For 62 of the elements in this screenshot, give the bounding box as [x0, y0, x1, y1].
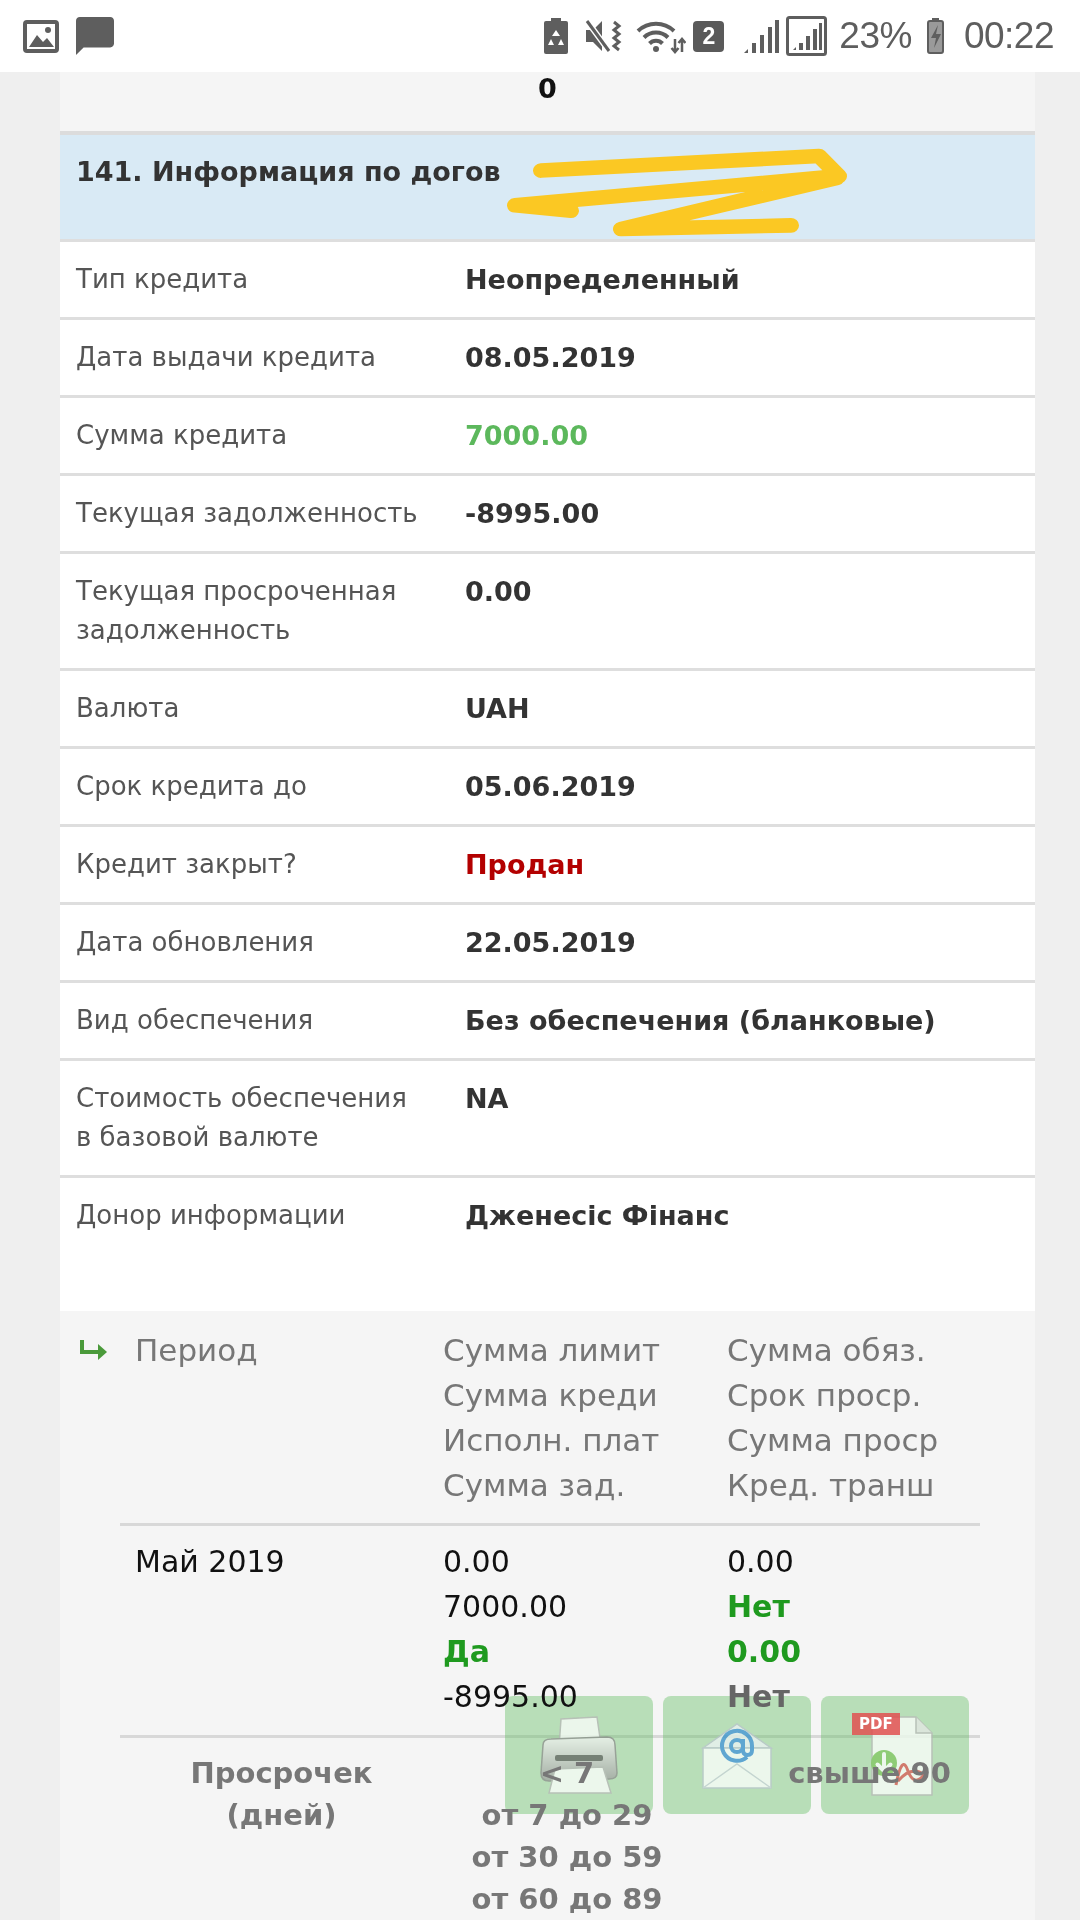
field-value: 22.05.2019	[465, 927, 636, 958]
column-header: Сумма проср	[727, 1422, 939, 1458]
column-header: Исполн. плат	[443, 1422, 660, 1458]
overdue-range: < 7	[539, 1756, 595, 1790]
field-label: Тип кредита	[76, 264, 249, 294]
field-label: Донор информации	[76, 1200, 346, 1230]
column-header: Кред. транш	[727, 1467, 935, 1503]
field-value: Продан	[465, 849, 585, 880]
column-header: Срок проср.	[727, 1377, 922, 1413]
column-header: Сумма обяз.	[727, 1332, 926, 1368]
history-value: Да	[443, 1634, 490, 1669]
history-value: 0.00	[727, 1544, 794, 1579]
field-label: Вид обеспечения	[76, 1005, 314, 1035]
column-header: Сумма зад.	[443, 1467, 626, 1503]
signal-icon	[786, 16, 828, 56]
section-title: 141. Информация по догов	[76, 156, 501, 188]
field-value: 7000.00	[465, 420, 588, 451]
field-value: 05.06.2019	[465, 771, 636, 802]
field-value: Неопределенный	[465, 264, 740, 295]
history-value: 0.00	[727, 1634, 802, 1669]
battery-charging-icon	[926, 18, 944, 54]
field-label: Кредит закрыт?	[76, 849, 297, 879]
email-envelope-icon	[699, 1720, 775, 1790]
corner-arrow-icon	[79, 1340, 107, 1360]
history-value: 0.00	[443, 1544, 510, 1579]
field-label: Текущая просроченная задолженность	[76, 576, 397, 645]
field-label: Текущая задолженность	[76, 498, 418, 528]
overdue-range: от 30 до 59	[471, 1840, 663, 1874]
overdue-range: от 60 до 89	[471, 1882, 663, 1916]
period-label: Май 2019	[135, 1544, 285, 1579]
history-value: -8995.00	[443, 1679, 578, 1714]
printer-icon	[537, 1715, 621, 1795]
overdue-range: от 7 до 29	[481, 1798, 653, 1832]
battery-percentage: 23%	[839, 16, 912, 56]
overdue-label: Просрочек (дней)	[190, 1756, 373, 1832]
clock-time: 00:22	[963, 16, 1054, 56]
sim-indicator: 2	[693, 20, 725, 52]
file-type-tag: PDF	[852, 1713, 900, 1735]
history-value: 7000.00	[443, 1589, 568, 1624]
history-value: Нет	[727, 1589, 790, 1624]
image-icon	[23, 19, 59, 53]
column-header: Сумма креди	[443, 1377, 658, 1413]
field-value: 0.00	[465, 576, 532, 607]
signal-icon	[742, 19, 780, 53]
field-value: UAH	[465, 693, 530, 724]
field-label: Срок кредита до	[76, 771, 307, 801]
field-label: Дата обновления	[76, 927, 314, 957]
field-label: Стоимость обеспечения в базовой валюте	[76, 1083, 407, 1152]
field-value: 08.05.2019	[465, 342, 636, 373]
field-value: Дженесіс Фінанс	[465, 1200, 730, 1231]
chat-bubble-icon	[76, 17, 114, 55]
column-header: Период	[135, 1332, 258, 1368]
summary-value: 0	[538, 73, 557, 105]
field-value: Без обеспечения (бланковые)	[465, 1005, 936, 1036]
field-label: Сумма кредита	[76, 420, 288, 450]
history-value: Нет	[727, 1679, 790, 1714]
field-value: NA	[465, 1083, 509, 1114]
column-header: Сумма лимит	[443, 1332, 661, 1368]
field-value: -8995.00	[465, 498, 600, 529]
field-label: Валюта	[76, 693, 180, 723]
field-label: Дата выдачи кредита	[76, 342, 377, 372]
battery-recycle-icon	[543, 18, 570, 54]
